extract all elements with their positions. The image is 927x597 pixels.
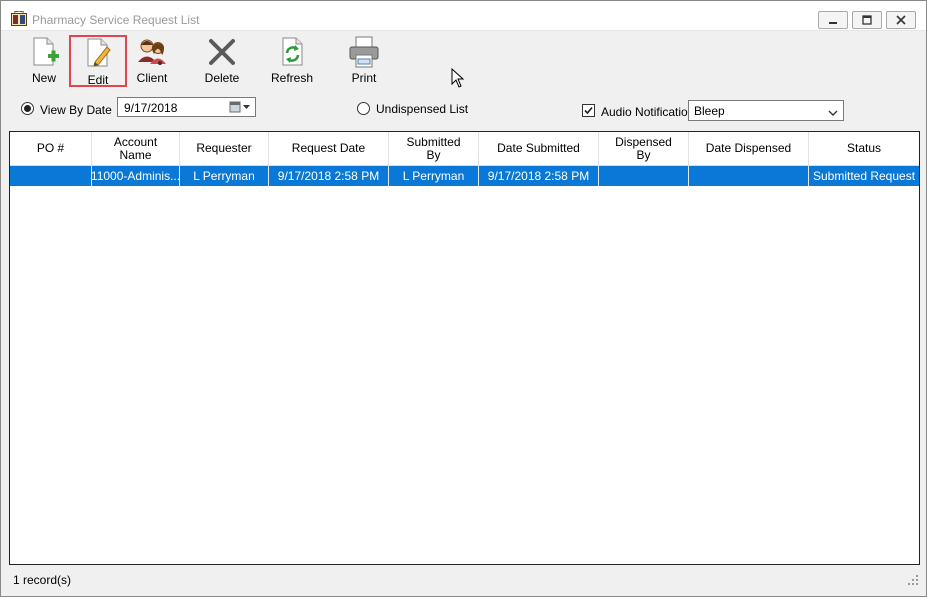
record-count: 1 record(s) [13, 573, 72, 587]
audio-notification-checkbox[interactable] [582, 104, 595, 117]
cell-dispensed-by [599, 166, 689, 186]
cell-status: Submitted Request [812, 169, 916, 183]
printer-icon [346, 35, 382, 69]
delete-button[interactable]: Delete [193, 35, 251, 87]
column-header-dispensed-by[interactable]: Dispensed By [599, 132, 689, 165]
undispensed-label: Undispensed List [376, 102, 469, 116]
minimize-icon [829, 22, 837, 24]
print-label: Print [351, 71, 377, 85]
view-by-date-label: View By Date [40, 103, 112, 117]
grid-header: PO # Account Name Requester Request Date … [10, 132, 919, 166]
client-people-icon [134, 35, 170, 69]
resize-grip-icon[interactable] [907, 574, 919, 589]
column-header-requester[interactable]: Requester [180, 132, 269, 165]
new-label: New [31, 71, 56, 85]
column-header-account-name[interactable]: Account Name [92, 132, 180, 165]
cell-account-name: 11000-Adminis... [92, 166, 180, 186]
cell-submitted-by: L Perryman [389, 166, 479, 186]
view-by-date-radio[interactable] [21, 102, 34, 115]
date-value: 9/17/2018 [124, 101, 178, 115]
print-button[interactable]: Print [335, 35, 393, 87]
new-button[interactable]: New [15, 35, 73, 87]
cell-po [10, 166, 92, 186]
audio-notification-label: Audio Notification [601, 105, 695, 119]
delete-label: Delete [204, 71, 240, 85]
undispensed-radio[interactable] [357, 102, 370, 115]
cell-request-date: 9/17/2018 2:58 PM [269, 166, 389, 186]
app-window: Pharmacy Service Request List New Edit C… [0, 0, 927, 597]
request-grid[interactable]: PO # Account Name Requester Request Date … [9, 131, 920, 565]
close-button[interactable] [886, 11, 916, 29]
cell-date-submitted: 9/17/2018 2:58 PM [479, 166, 599, 186]
column-header-status[interactable]: Status [809, 132, 919, 165]
minimize-button[interactable] [818, 11, 848, 29]
new-document-icon [26, 35, 62, 69]
client-label: Client [136, 71, 168, 85]
refresh-label: Refresh [270, 71, 314, 85]
client-button[interactable]: Client [123, 35, 181, 87]
refresh-button[interactable]: Refresh [263, 35, 321, 87]
title-bar: Pharmacy Service Request List [1, 1, 926, 31]
edit-label: Edit [87, 73, 109, 87]
table-row[interactable]: 11000-Adminis... L Perryman 9/17/2018 2:… [10, 166, 919, 186]
checkmark-icon [584, 106, 593, 115]
date-picker[interactable]: 9/17/2018 [117, 97, 256, 117]
column-header-date-dispensed[interactable]: Date Dispensed [689, 132, 809, 165]
audio-sound-select[interactable]: Bleep [688, 100, 844, 121]
close-icon [896, 15, 906, 25]
chevron-down-icon [828, 106, 838, 120]
edit-button[interactable]: Edit [69, 35, 127, 87]
delete-x-icon [204, 35, 240, 69]
audio-sound-value: Bleep [694, 104, 725, 118]
window-title: Pharmacy Service Request List [32, 13, 200, 27]
status-bar: 1 record(s) [2, 568, 925, 594]
column-header-po[interactable]: PO # [10, 132, 92, 165]
edit-document-icon [80, 37, 116, 71]
maximize-icon [862, 15, 872, 25]
app-logo-icon [11, 10, 27, 27]
column-header-submitted-by[interactable]: Submitted By [389, 132, 479, 165]
refresh-icon [274, 35, 310, 69]
mouse-pointer-icon [451, 67, 465, 91]
calendar-dropdown-icon[interactable] [229, 101, 251, 116]
column-header-date-submitted[interactable]: Date Submitted [479, 132, 599, 165]
column-header-request-date[interactable]: Request Date [269, 132, 389, 165]
filter-bar: View By Date 9/17/2018 Undispensed List … [2, 93, 925, 129]
maximize-button[interactable] [852, 11, 882, 29]
cell-requester: L Perryman [180, 166, 269, 186]
cell-date-dispensed [689, 166, 809, 186]
